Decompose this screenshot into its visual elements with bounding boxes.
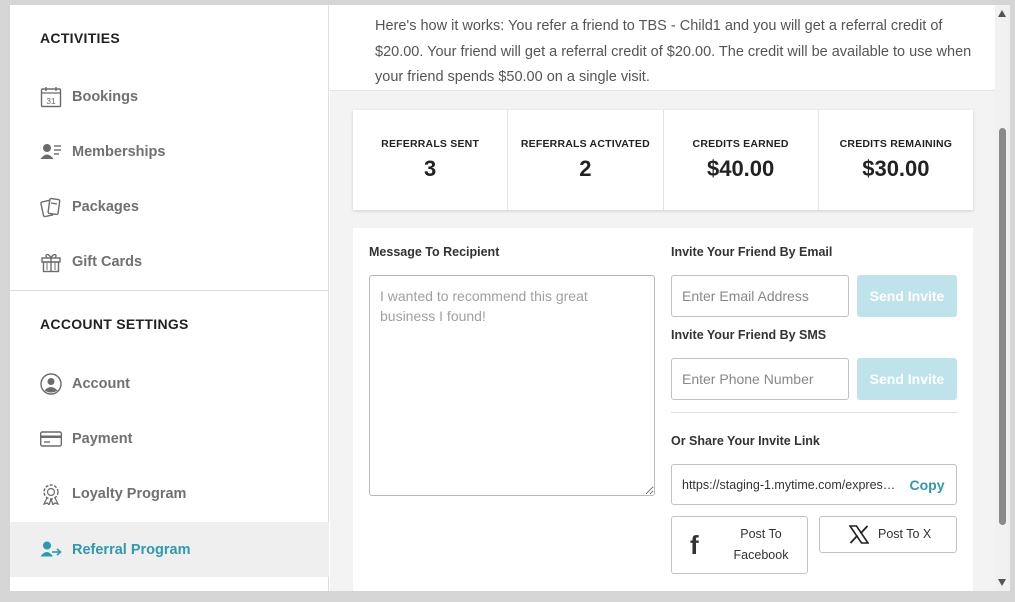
sidebar-item-label: Memberships [72, 143, 166, 160]
referral-intro: Here's how it works: You refer a friend … [330, 5, 995, 91]
send-sms-invite-button[interactable]: Send Invite [857, 358, 957, 400]
packages-icon [40, 196, 62, 218]
sidebar-item-label: Packages [72, 198, 139, 215]
referral-stats-panel: REFERRALS SENT 3 REFERRALS ACTIVATED 2 C… [353, 110, 973, 210]
sidebar-item-bookings[interactable]: 31 Bookings [10, 69, 329, 124]
scrollbar-thumb[interactable] [999, 128, 1006, 525]
sidebar-item-label: Payment [72, 430, 133, 447]
scroll-down-arrow-icon[interactable] [998, 579, 1006, 586]
vertical-scrollbar[interactable] [995, 5, 1010, 591]
sidebar-item-memberships[interactable]: Memberships [10, 124, 329, 179]
sidebar-item-loyalty-program[interactable]: Loyalty Program [10, 466, 329, 521]
stat-referrals-activated: REFERRALS ACTIVATED 2 [508, 110, 664, 210]
sidebar-item-label: Bookings [72, 88, 139, 105]
stat-value: $30.00 [862, 156, 930, 181]
email-field[interactable] [671, 275, 849, 317]
invite-card: Message To Recipient Invite Your Friend … [353, 228, 973, 591]
sidebar-item-packages[interactable]: Packages [10, 179, 329, 234]
loyalty-badge-icon [40, 483, 62, 505]
credit-card-icon [40, 428, 62, 450]
post-to-x-button[interactable]: Post To X [819, 516, 957, 553]
app-window: ACTIVITIES 31 Bookings Memberships Packa… [10, 5, 1010, 591]
email-invite-label: Invite Your Friend By Email [671, 245, 833, 259]
account-settings-heading: ACCOUNT SETTINGS [40, 316, 189, 332]
sidebar-item-label: Account [72, 375, 130, 392]
sidebar-item-label: Loyalty Program [72, 485, 187, 502]
message-textarea[interactable] [369, 275, 655, 496]
sidebar-item-label: Referral Program [72, 541, 191, 558]
stat-credits-remaining: CREDITS REMAINING $30.00 [819, 110, 973, 210]
calendar-day-number: 31 [46, 96, 56, 106]
referral-content: Here's how it works: You refer a friend … [330, 5, 995, 591]
referral-explanation-text: Here's how it works: You refer a friend … [375, 18, 972, 85]
x-logo-icon [849, 525, 869, 544]
stat-value: 3 [424, 156, 437, 181]
stat-referrals-sent: REFERRALS SENT 3 [353, 110, 509, 210]
sidebar-item-label: Gift Cards [72, 253, 143, 270]
sidebar-item-gift-cards[interactable]: Gift Cards [10, 234, 329, 289]
stat-credits-earned: CREDITS EARNED $40.00 [664, 110, 819, 210]
send-email-invite-button[interactable]: Send Invite [857, 275, 957, 317]
invite-link-box: https://staging-1.mytime.com/express_che… [671, 464, 957, 505]
phone-field[interactable] [671, 358, 849, 400]
activities-heading: ACTIVITIES [40, 30, 121, 46]
stat-label: REFERRALS SENT [381, 138, 480, 150]
stat-label: CREDITS REMAINING [839, 138, 953, 150]
stat-label: CREDITS EARNED [692, 138, 789, 150]
member-card-icon [40, 141, 62, 163]
stat-value: $40.00 [706, 156, 775, 181]
referral-icon [40, 539, 62, 561]
message-label: Message To Recipient [369, 245, 500, 259]
stat-label: REFERRALS ACTIVATED [520, 138, 650, 150]
copy-link-button[interactable]: Copy [898, 477, 956, 493]
sms-invite-label: Invite Your Friend By SMS [671, 328, 827, 342]
invite-divider [671, 412, 957, 413]
facebook-button-label: Post To Facebook [733, 527, 789, 562]
sidebar: ACTIVITIES 31 Bookings Memberships Packa… [10, 5, 329, 591]
gift-icon [40, 251, 62, 273]
user-circle-icon [40, 372, 62, 395]
share-link-label: Or Share Your Invite Link [671, 434, 820, 448]
sidebar-item-account[interactable]: Account [10, 356, 329, 411]
x-button-label: Post To X [878, 527, 932, 541]
sidebar-item-payment[interactable]: Payment [10, 411, 329, 466]
post-to-facebook-button[interactable]: f Post To Facebook [671, 516, 808, 574]
calendar-icon: 31 [40, 86, 62, 108]
sidebar-divider [10, 290, 329, 291]
facebook-icon: f [690, 529, 699, 560]
stat-value: 2 [579, 156, 592, 181]
scroll-up-arrow-icon[interactable] [998, 10, 1006, 17]
sidebar-item-referral-program[interactable]: Referral Program [10, 522, 329, 577]
invite-link-url[interactable]: https://staging-1.mytime.com/express_che… [672, 478, 898, 492]
